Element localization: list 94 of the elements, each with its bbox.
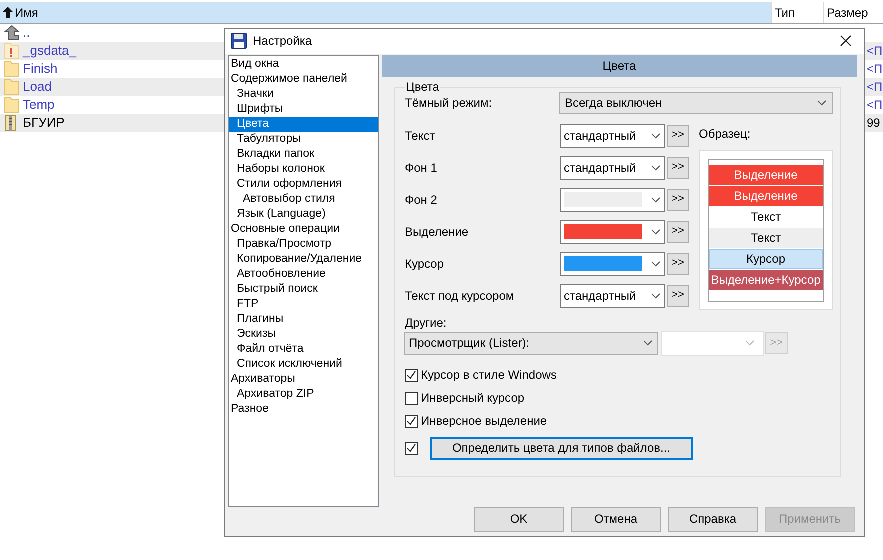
sample-row: Курсор bbox=[709, 248, 823, 269]
more-button[interactable]: >> bbox=[667, 252, 689, 275]
file-size: <П bbox=[867, 97, 883, 114]
color-dropdown[interactable] bbox=[560, 252, 665, 276]
checkbox[interactable] bbox=[405, 368, 418, 382]
group-title: Цвета bbox=[405, 80, 440, 94]
checkbox-label: Курсор в стиле Windows bbox=[421, 367, 557, 384]
more-button[interactable]: >> bbox=[667, 220, 689, 243]
sort-arrow-icon bbox=[3, 7, 13, 18]
tree-item[interactable]: Основные операции bbox=[229, 222, 378, 237]
tree-item[interactable]: Цвета bbox=[229, 116, 378, 132]
file-size: 99 bbox=[867, 115, 880, 132]
tree-item[interactable]: Вид окна bbox=[229, 56, 378, 72]
file-size: <П bbox=[867, 79, 883, 96]
tree-item[interactable]: Быстрый поиск bbox=[229, 282, 378, 297]
folder-icon bbox=[4, 96, 20, 114]
dropdown[interactable]: Всегда выключен bbox=[559, 92, 833, 114]
chevron-down-icon bbox=[651, 164, 661, 171]
chevron-down-icon bbox=[651, 292, 661, 299]
chevron-down-icon bbox=[745, 340, 755, 346]
dialog-button[interactable]: OK bbox=[474, 506, 564, 532]
tree-item[interactable]: Автовыбор стиля bbox=[229, 192, 378, 207]
color-dropdown[interactable]: стандартный bbox=[560, 156, 665, 180]
tree-item[interactable]: Правка/Просмотр bbox=[229, 236, 378, 252]
chevron-down-icon bbox=[651, 132, 661, 139]
sample-label: Образец: bbox=[699, 126, 752, 143]
field-label: Тёмный режим: bbox=[405, 95, 494, 112]
tree-item[interactable]: Автообновление bbox=[229, 266, 378, 282]
dropdown[interactable]: Просмотрщик (Lister): bbox=[404, 332, 658, 355]
tree-item[interactable]: FTP bbox=[229, 296, 378, 312]
color-dropdown[interactable]: стандартный bbox=[560, 284, 665, 308]
field-label: Другие: bbox=[405, 316, 448, 330]
checkbox-label: Инверсное выделение bbox=[421, 413, 548, 430]
chevron-down-icon bbox=[651, 260, 661, 267]
tree-item[interactable]: Вкладки папок bbox=[229, 146, 378, 162]
chevron-down-icon bbox=[651, 228, 661, 235]
dialog-button[interactable]: Отмена bbox=[571, 506, 661, 532]
tree-item[interactable]: Разное bbox=[229, 402, 378, 417]
checkbox-label: Инверсный курсор bbox=[421, 390, 525, 408]
chevron-down-icon bbox=[651, 196, 661, 203]
tree-item[interactable]: Плагины bbox=[229, 312, 378, 327]
file-name: БГУИР bbox=[23, 114, 65, 132]
file-name: .. bbox=[23, 24, 30, 42]
tree-item[interactable]: Значки bbox=[229, 86, 378, 102]
window-title: Настройка bbox=[253, 33, 314, 50]
color-dropdown[interactable] bbox=[560, 188, 665, 212]
tree-item[interactable]: Содержимое панелей bbox=[229, 72, 378, 87]
checkbox[interactable] bbox=[405, 414, 418, 428]
field-label: Текст под курсором bbox=[405, 288, 516, 305]
tree-item[interactable]: Файл отчёта bbox=[229, 342, 378, 357]
sample-row: Выделение bbox=[709, 186, 823, 206]
color-dropdown[interactable] bbox=[560, 220, 665, 244]
tree-item[interactable]: Список исключений bbox=[229, 356, 378, 372]
dialog-button[interactable]: Справка bbox=[668, 506, 758, 532]
field-label: Выделение bbox=[405, 224, 470, 241]
field-label: Курсор bbox=[405, 256, 446, 273]
close-icon bbox=[840, 35, 852, 48]
column-header[interactable]: Тип bbox=[771, 2, 823, 23]
more-button[interactable]: >> bbox=[667, 284, 689, 307]
tree-item[interactable]: Архиваторы bbox=[229, 372, 378, 387]
file-type-colors-button[interactable]: Определить цвета для типов файлов... bbox=[430, 436, 693, 460]
sample-row: Выделение+Курсор bbox=[709, 270, 823, 290]
checkbox[interactable] bbox=[405, 442, 418, 455]
chevron-down-icon bbox=[817, 100, 827, 106]
tree-item[interactable]: Табуляторы bbox=[229, 132, 378, 147]
warning-folder-icon bbox=[4, 42, 20, 60]
field-label: Фон 2 bbox=[405, 192, 438, 209]
more-button[interactable]: >> bbox=[667, 156, 689, 179]
field-label: Текст bbox=[405, 128, 436, 145]
field-label: Фон 1 bbox=[405, 160, 438, 177]
tree-item[interactable]: Наборы колонок bbox=[229, 162, 378, 177]
tree-item[interactable]: Архиватор ZIP bbox=[229, 386, 378, 402]
file-name: Finish bbox=[23, 60, 58, 78]
tree-item[interactable]: Шрифты bbox=[229, 102, 378, 117]
sample-row: Выделение bbox=[709, 164, 823, 185]
tree-item[interactable]: Эскизы bbox=[229, 326, 378, 342]
column-header[interactable]: Размер bbox=[823, 2, 883, 23]
file-name: Temp bbox=[23, 96, 55, 114]
file-name: _gsdata_ bbox=[23, 42, 76, 60]
more-button[interactable]: >> bbox=[667, 124, 689, 147]
folder-icon bbox=[4, 78, 20, 96]
file-name: Load bbox=[23, 78, 52, 96]
chevron-down-icon bbox=[643, 340, 653, 346]
checkbox[interactable] bbox=[405, 392, 418, 405]
tree-item[interactable]: Язык (Language) bbox=[229, 206, 378, 222]
tree-item[interactable]: Копирование/Удаление bbox=[229, 252, 378, 267]
file-size: <П bbox=[867, 61, 883, 78]
page-title: Цвета bbox=[382, 54, 857, 77]
tree-item[interactable]: Стили оформления bbox=[229, 176, 378, 192]
more-button[interactable]: >> bbox=[667, 188, 689, 211]
file-size: <П bbox=[867, 43, 883, 60]
sample-row: Текст bbox=[709, 228, 823, 248]
color-dropdown[interactable]: стандартный bbox=[560, 124, 665, 148]
folder-icon bbox=[4, 60, 20, 78]
